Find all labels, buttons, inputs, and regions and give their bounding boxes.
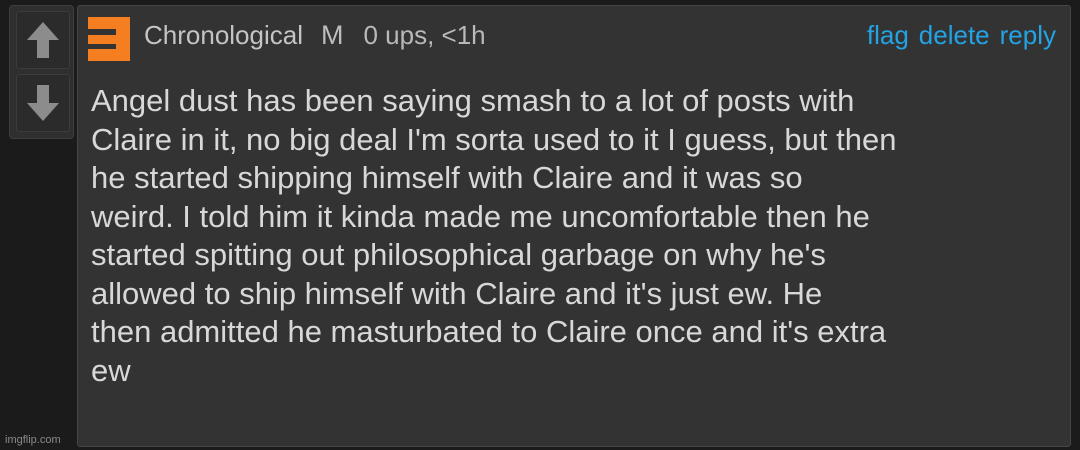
upvote-button[interactable] — [16, 11, 70, 69]
arrow-down-icon — [27, 85, 59, 121]
flag-link[interactable]: flag — [867, 20, 909, 50]
reply-link[interactable]: reply — [1000, 20, 1056, 50]
arrow-up-icon — [27, 22, 59, 58]
imgflip-watermark: imgflip.com — [5, 434, 61, 446]
comment-meta: 0 ups, <1h — [363, 20, 486, 50]
comment-actions: flag delete reply — [857, 20, 1056, 51]
vote-panel — [9, 5, 74, 139]
comment-card: Chronological M 0 ups, <1h flag delete reply… — [77, 5, 1071, 447]
comment-body: Angel dust has been saying smash to a lo… — [91, 83, 897, 388]
delete-link[interactable]: delete — [919, 20, 990, 50]
orange-bracket-avatar-icon[interactable] — [86, 16, 132, 62]
username-link[interactable]: Chronological — [144, 20, 303, 50]
downvote-button[interactable] — [16, 74, 70, 132]
mod-badge: M — [320, 20, 344, 50]
comment-header: Chronological M 0 ups, <1h — [144, 20, 486, 51]
